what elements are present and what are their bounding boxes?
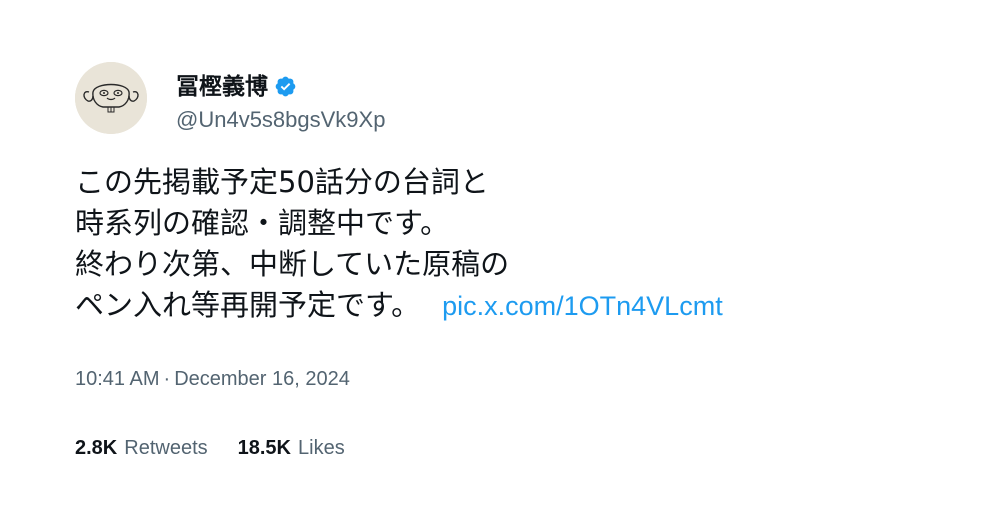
avatar[interactable] bbox=[75, 62, 147, 134]
tweet-card: 冨樫義博 @Un4v5s8bgsVk9Xp この先掲載予定50話分の台詞と 時系… bbox=[0, 0, 1000, 523]
retweets-stat[interactable]: 2.8K Retweets bbox=[75, 435, 208, 461]
tweet-text-line-last: ペン入れ等再開予定です。 pic.x.com/1OTn4VLcmt bbox=[75, 285, 935, 327]
media-link[interactable]: pic.x.com/1OTn4VLcmt bbox=[442, 291, 723, 321]
tweet-text-line: この先掲載予定50話分の台詞と bbox=[75, 165, 489, 199]
verified-badge-icon bbox=[274, 75, 297, 98]
author-name-row: 冨樫義博 bbox=[176, 70, 297, 102]
dog-sketch-avatar-icon bbox=[75, 62, 147, 134]
tweet-stats: 2.8K Retweets 18.5K Likes bbox=[75, 435, 345, 461]
retweets-count: 2.8K bbox=[75, 437, 118, 459]
likes-count: 18.5K bbox=[237, 437, 291, 459]
likes-label: Likes bbox=[298, 437, 345, 459]
tweet-text-line-content: ペン入れ等再開予定です。 bbox=[75, 288, 421, 322]
tweet-text-line: 時系列の確認・調整中です。 bbox=[75, 206, 450, 240]
author-display-name[interactable]: 冨樫義博 bbox=[176, 71, 268, 101]
tweet-date[interactable]: December 16, 2024 bbox=[174, 368, 350, 390]
tweet-time[interactable]: 10:41 AM bbox=[75, 368, 160, 390]
tweet-text: この先掲載予定50話分の台詞と 時系列の確認・調整中です。 終わり次第、中断して… bbox=[75, 162, 935, 327]
retweets-label: Retweets bbox=[124, 437, 208, 459]
likes-stat[interactable]: 18.5K Likes bbox=[238, 435, 345, 461]
tweet-timestamp: 10:41 AM · December 16, 2024 bbox=[75, 366, 350, 392]
author-handle[interactable]: @Un4v5s8bgsVk9Xp bbox=[176, 106, 385, 134]
meta-separator: · bbox=[163, 368, 171, 390]
tweet-text-line: 終わり次第、中断していた原稿の bbox=[75, 247, 510, 281]
